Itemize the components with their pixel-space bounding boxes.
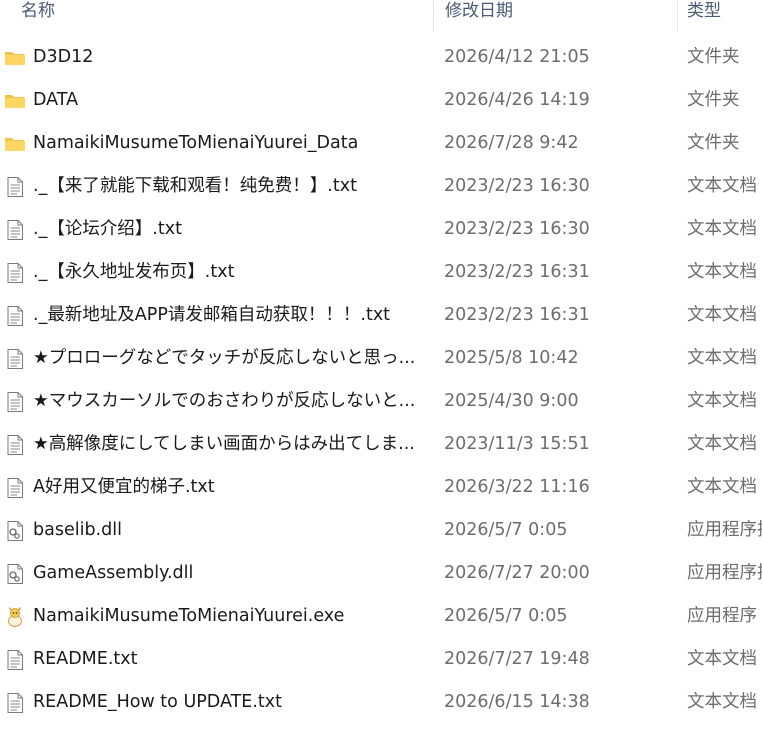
text-file-icon bbox=[4, 176, 26, 198]
file-modified-date: 2026/4/26 14:19 bbox=[444, 90, 590, 110]
column-header-name[interactable]: 名称 bbox=[21, 0, 55, 30]
file-name: README_How to UPDATE.txt bbox=[33, 692, 282, 712]
file-row[interactable]: ★マウスカーソルでのおさわりが反応しないと... 2025/4/30 9:00 文本… bbox=[0, 380, 762, 423]
file-type: 应用程序扩 bbox=[687, 563, 762, 583]
file-name: A好用又便宜的梯子.txt bbox=[33, 477, 215, 497]
file-name: ._最新地址及APP请发邮箱自动获取！！！.txt bbox=[33, 305, 391, 325]
file-name: GameAssembly.dll bbox=[33, 563, 194, 583]
file-row[interactable]: DATA 2026/4/26 14:19 文件夹 bbox=[0, 79, 762, 122]
column-header-modified[interactable]: 修改日期 bbox=[445, 0, 513, 30]
file-modified-date: 2026/7/27 19:48 bbox=[444, 649, 590, 669]
text-file-icon bbox=[4, 477, 26, 499]
file-type: 文本文档 bbox=[687, 176, 757, 196]
file-modified-date: 2023/11/3 15:51 bbox=[444, 434, 590, 454]
column-header-type[interactable]: 类型 bbox=[687, 0, 721, 30]
file-modified-date: 2026/7/27 20:00 bbox=[444, 563, 590, 583]
file-row[interactable]: ._最新地址及APP请发邮箱自动获取！！！.txt 2023/2/23 16:31… bbox=[0, 294, 762, 337]
file-row[interactable]: ★プロローグなどでタッチが反応しないと思っ... 2025/5/8 10:42 文本… bbox=[0, 337, 762, 380]
file-modified-date: 2026/7/28 9:42 bbox=[444, 133, 579, 153]
text-file-icon bbox=[4, 348, 26, 370]
file-modified-date: 2026/5/7 0:05 bbox=[444, 520, 568, 540]
column-header-bar: 名称 修改日期 类型 bbox=[0, 0, 762, 32]
file-type: 文本文档 bbox=[687, 477, 757, 497]
file-row[interactable]: README_How to UPDATE.txt 2026/6/15 14:38 文… bbox=[0, 681, 762, 724]
file-name: NamaikiMusumeToMienaiYuurei_Data bbox=[33, 133, 359, 153]
file-type: 应用程序扩 bbox=[687, 520, 762, 540]
app-exe-icon bbox=[4, 606, 26, 628]
text-file-icon bbox=[4, 649, 26, 671]
file-row[interactable]: ._【论坛介绍】.txt 2023/2/23 16:30 文本文档 bbox=[0, 208, 762, 251]
file-row[interactable]: NamaikiMusumeToMienaiYuurei.exe 2026/5/7 … bbox=[0, 595, 762, 638]
text-file-icon bbox=[4, 692, 26, 714]
file-type: 文本文档 bbox=[687, 692, 757, 712]
file-type: 文本文档 bbox=[687, 434, 757, 454]
file-type: 文本文档 bbox=[687, 348, 757, 368]
folder-icon bbox=[4, 90, 26, 112]
file-modified-date: 2023/2/23 16:31 bbox=[444, 305, 590, 325]
file-row[interactable]: ★高解像度にしてしまい画面からはみ出てしま... 2023/11/3 15:51 文… bbox=[0, 423, 762, 466]
file-name: ._【论坛介绍】.txt bbox=[33, 219, 182, 239]
file-modified-date: 2026/6/15 14:38 bbox=[444, 692, 590, 712]
file-row[interactable]: README.txt 2026/7/27 19:48 文本文档 bbox=[0, 638, 762, 681]
file-name: DATA bbox=[33, 90, 79, 110]
file-modified-date: 2023/2/23 16:31 bbox=[444, 262, 590, 282]
text-file-icon bbox=[4, 305, 26, 327]
file-name: ._【来了就能下载和观看！纯免费！】.txt bbox=[33, 176, 357, 196]
file-modified-date: 2026/4/12 21:05 bbox=[444, 47, 590, 67]
file-name: ★プロローグなどでタッチが反応しないと思っ... bbox=[33, 348, 416, 368]
column-divider[interactable] bbox=[677, 0, 678, 32]
file-name: ._【永久地址发布页】.txt bbox=[33, 262, 235, 282]
folder-icon bbox=[4, 133, 26, 155]
text-file-icon bbox=[4, 262, 26, 284]
dll-file-icon bbox=[4, 520, 26, 542]
file-row[interactable]: ._【永久地址发布页】.txt 2023/2/23 16:31 文本文档 bbox=[0, 251, 762, 294]
file-name: NamaikiMusumeToMienaiYuurei.exe bbox=[33, 606, 345, 626]
file-explorer: 名称 修改日期 类型 D3D12 2026/4/12 21:05 文件夹 DATA 20… bbox=[0, 0, 762, 747]
file-row[interactable]: NamaikiMusumeToMienaiYuurei_Data 2026/7/2… bbox=[0, 122, 762, 165]
file-type: 文本文档 bbox=[687, 391, 757, 411]
file-row[interactable]: ._【来了就能下载和观看！纯免费！】.txt 2023/2/23 16:30 文本文… bbox=[0, 165, 762, 208]
file-list: D3D12 2026/4/12 21:05 文件夹 DATA 2026/4/26 14:… bbox=[0, 36, 762, 724]
file-name: D3D12 bbox=[33, 47, 94, 67]
file-row[interactable]: D3D12 2026/4/12 21:05 文件夹 bbox=[0, 36, 762, 79]
file-row[interactable]: baselib.dll 2026/5/7 0:05 应用程序扩 bbox=[0, 509, 762, 552]
file-type: 文本文档 bbox=[687, 219, 757, 239]
text-file-icon bbox=[4, 391, 26, 413]
file-name: README.txt bbox=[33, 649, 138, 669]
file-type: 文本文档 bbox=[687, 649, 757, 669]
text-file-icon bbox=[4, 219, 26, 241]
file-type: 应用程序 bbox=[687, 606, 757, 626]
folder-icon bbox=[4, 47, 26, 69]
column-divider[interactable] bbox=[433, 0, 434, 32]
file-row[interactable]: A好用又便宜的梯子.txt 2026/3/22 11:16 文本文档 bbox=[0, 466, 762, 509]
file-type: 文件夹 bbox=[687, 133, 740, 153]
file-type: 文件夹 bbox=[687, 47, 740, 67]
file-row[interactable]: GameAssembly.dll 2026/7/27 20:00 应用程序扩 bbox=[0, 552, 762, 595]
file-modified-date: 2026/5/7 0:05 bbox=[444, 606, 568, 626]
file-type: 文本文档 bbox=[687, 262, 757, 282]
text-file-icon bbox=[4, 434, 26, 456]
file-type: 文件夹 bbox=[687, 90, 740, 110]
file-modified-date: 2026/3/22 11:16 bbox=[444, 477, 590, 497]
file-modified-date: 2025/5/8 10:42 bbox=[444, 348, 579, 368]
file-modified-date: 2023/2/23 16:30 bbox=[444, 219, 590, 239]
file-name: ★高解像度にしてしまい画面からはみ出てしま... bbox=[33, 434, 415, 454]
file-type: 文本文档 bbox=[687, 305, 757, 325]
dll-file-icon bbox=[4, 563, 26, 585]
file-name: baselib.dll bbox=[33, 520, 122, 540]
file-modified-date: 2025/4/30 9:00 bbox=[444, 391, 579, 411]
file-name: ★マウスカーソルでのおさわりが反応しないと... bbox=[33, 391, 416, 411]
file-modified-date: 2023/2/23 16:30 bbox=[444, 176, 590, 196]
